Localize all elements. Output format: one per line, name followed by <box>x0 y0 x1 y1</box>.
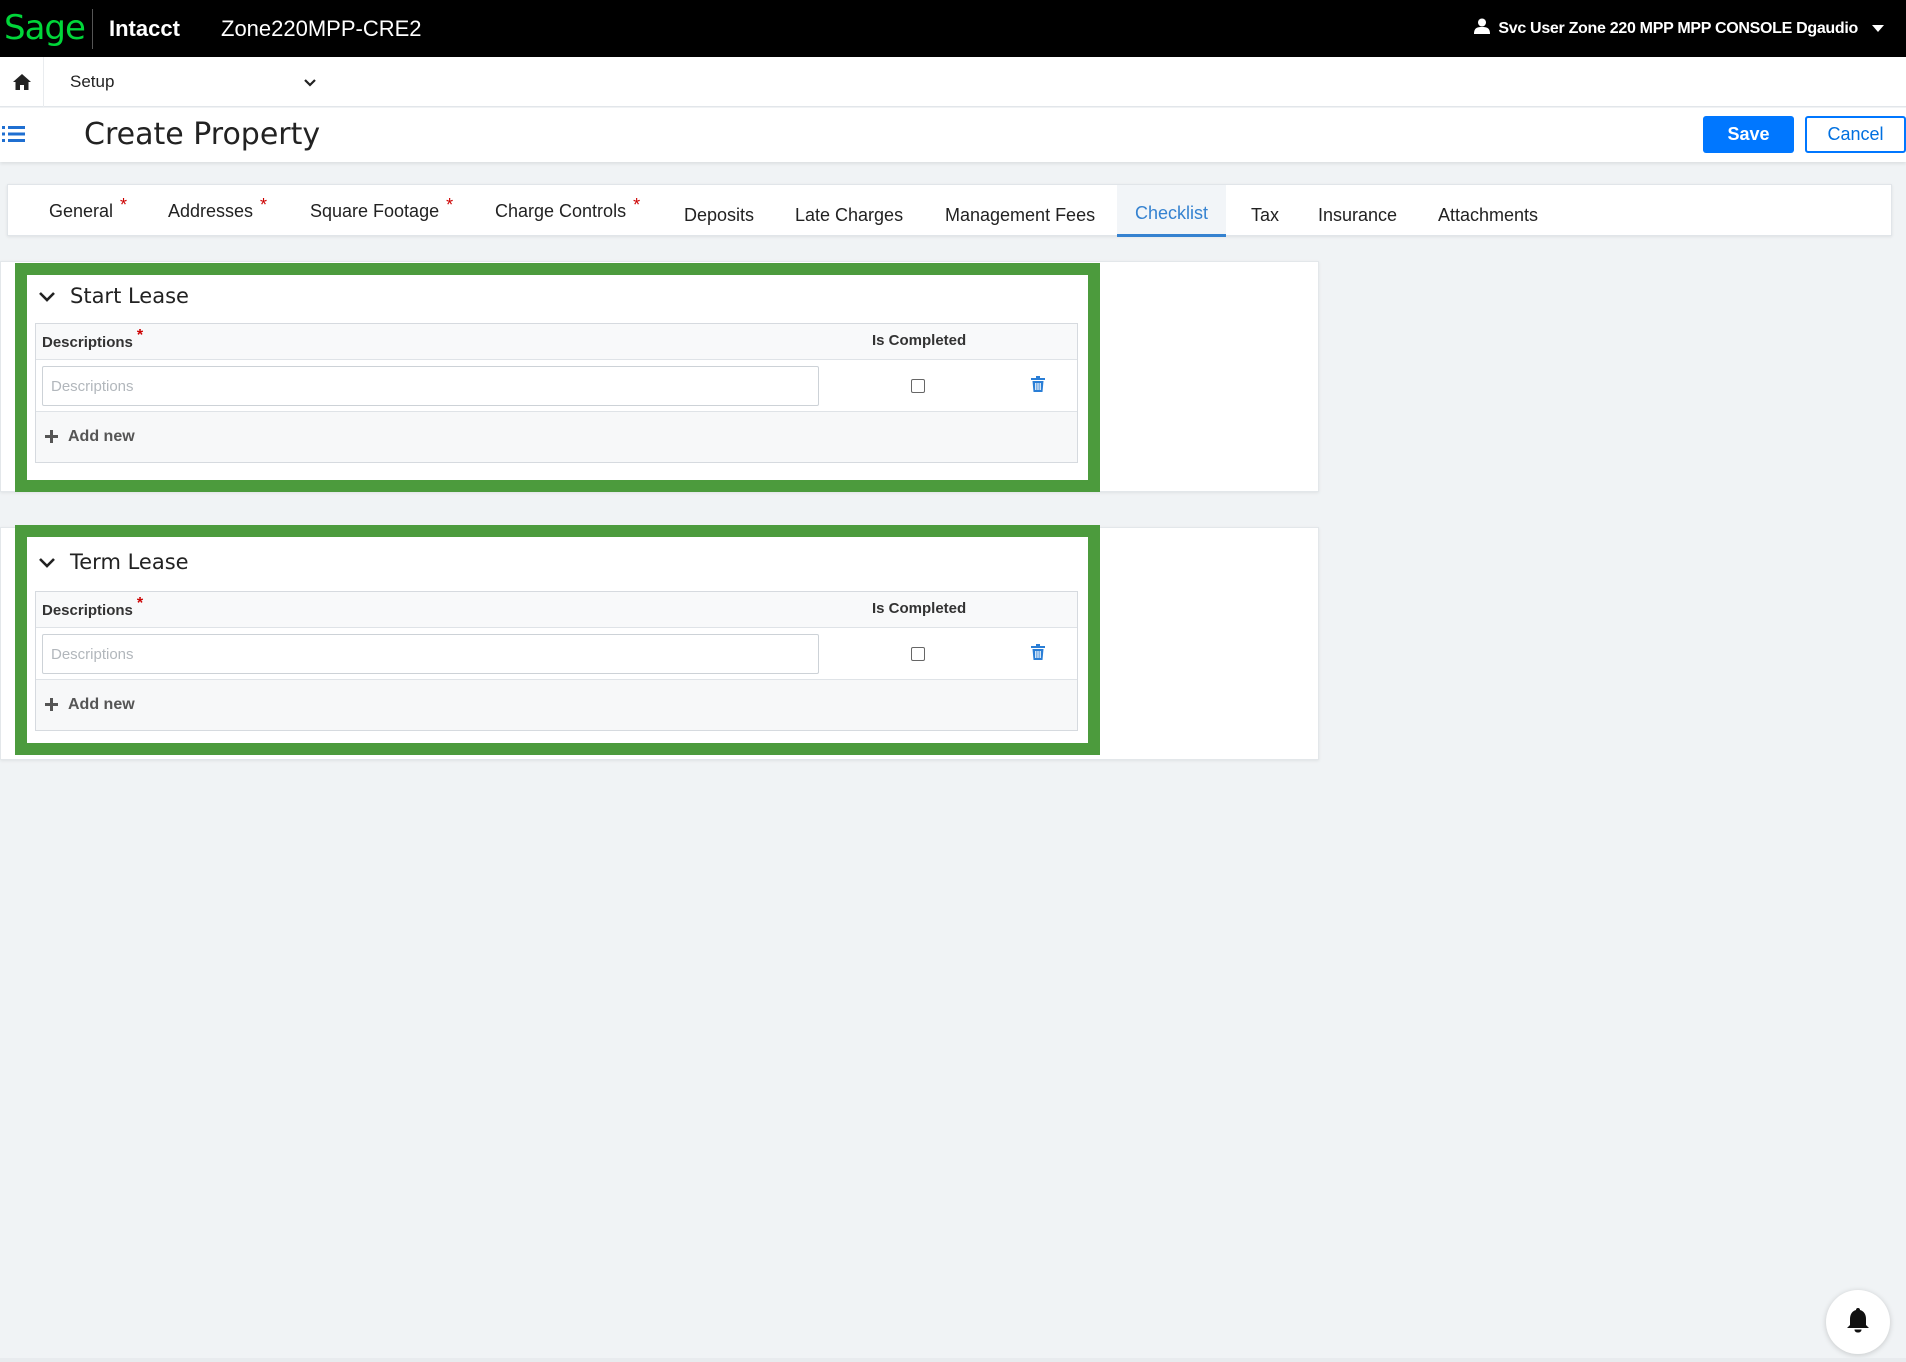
required-marker: * <box>633 194 641 215</box>
chevron-down-icon <box>38 284 56 308</box>
tab-attachments[interactable]: Attachments <box>1438 185 1538 237</box>
bell-icon <box>1846 1307 1870 1338</box>
column-header-descriptions: Descriptions * <box>42 327 143 352</box>
grid-header: Descriptions * Is Completed <box>36 324 1077 360</box>
save-button[interactable]: Save <box>1703 116 1794 153</box>
top-bar: Sage Intacct Zone220MPP-CRE2 Svc User Zo… <box>0 0 1906 57</box>
column-label: Descriptions <box>42 334 133 351</box>
plus-icon <box>45 427 58 448</box>
tab-label: Square Footage <box>310 200 440 221</box>
section-title: Start Lease <box>70 284 189 308</box>
tab-label: Deposits <box>684 204 755 225</box>
tab-general[interactable]: General * <box>49 185 127 237</box>
tab-checklist[interactable]: Checklist <box>1117 185 1227 237</box>
cancel-button[interactable]: Cancel <box>1805 116 1906 153</box>
add-new-label: Add new <box>68 428 135 445</box>
section-title: Term Lease <box>70 550 189 574</box>
column-label: Descriptions <box>42 602 133 619</box>
trash-icon[interactable] <box>1031 376 1045 397</box>
product-name: Intacct <box>109 15 180 41</box>
description-input[interactable] <box>42 634 819 674</box>
section-header-term-lease[interactable]: Term Lease <box>38 550 189 574</box>
tab-label: Addresses <box>168 200 254 221</box>
caret-down-icon <box>1872 20 1884 38</box>
notification-button[interactable] <box>1826 1290 1890 1354</box>
trash-icon[interactable] <box>1031 644 1045 665</box>
logo-divider <box>92 8 93 49</box>
module-label: Setup <box>70 71 115 91</box>
user-name: Svc User Zone 220 MPP MPP CONSOLE Dgaudi… <box>1498 19 1858 37</box>
description-input[interactable] <box>42 366 819 406</box>
tab-insurance[interactable]: Insurance <box>1318 185 1397 237</box>
tab-management-fees[interactable]: Management Fees <box>945 185 1095 237</box>
chevron-down-icon <box>304 72 316 92</box>
tab-label: Tax <box>1251 204 1280 225</box>
required-marker: * <box>446 194 454 215</box>
user-menu[interactable]: Svc User Zone 220 MPP MPP CONSOLE Dgaudi… <box>1474 0 1884 57</box>
column-header-descriptions: Descriptions * <box>42 595 143 620</box>
menu-bar: Setup <box>0 56 1906 107</box>
tab-late-charges[interactable]: Late Charges <box>795 185 903 237</box>
tab-deposits[interactable]: Deposits <box>684 185 754 237</box>
module-dropdown[interactable]: Setup <box>70 72 316 92</box>
chevron-down-icon <box>38 550 56 574</box>
list-icon[interactable] <box>2 124 26 149</box>
plus-icon <box>45 695 58 716</box>
home-icon[interactable] <box>0 56 44 107</box>
tab-addresses[interactable]: Addresses * <box>168 185 267 237</box>
required-marker: * <box>136 595 144 612</box>
tab-bar: General * Addresses * Square Footage * Char… <box>7 184 1892 237</box>
tab-label: Late Charges <box>795 204 904 225</box>
user-icon <box>1474 18 1491 39</box>
bottom-edge <box>0 1358 1906 1362</box>
tab-label: General <box>49 200 114 221</box>
is-completed-checkbox[interactable] <box>911 647 925 661</box>
tab-label: Management Fees <box>945 204 1096 225</box>
section-header-start-lease[interactable]: Start Lease <box>38 284 189 308</box>
table-row <box>36 360 1077 412</box>
tab-label: Charge Controls <box>495 200 627 221</box>
is-completed-checkbox[interactable] <box>911 379 925 393</box>
tab-label: Attachments <box>1438 204 1539 225</box>
add-new-button[interactable]: Add new <box>36 680 1077 730</box>
required-marker: * <box>136 327 144 344</box>
add-new-button[interactable]: Add new <box>36 412 1077 462</box>
tab-square-footage[interactable]: Square Footage * <box>310 185 453 237</box>
tab-tax[interactable]: Tax <box>1251 185 1279 237</box>
table-row <box>36 628 1077 680</box>
add-new-label: Add new <box>68 696 135 713</box>
required-marker: * <box>260 194 268 215</box>
page-title: Create Property <box>84 117 321 152</box>
company-name[interactable]: Zone220MPP-CRE2 <box>221 16 422 42</box>
tab-label: Checklist <box>1135 203 1209 223</box>
column-header-is-completed: Is Completed <box>872 332 967 349</box>
column-header-is-completed: Is Completed <box>872 600 967 617</box>
required-marker: * <box>120 194 128 215</box>
tab-charge-controls[interactable]: Charge Controls * <box>495 185 640 237</box>
sage-logo[interactable]: Sage <box>4 0 92 57</box>
tab-label: Insurance <box>1318 204 1398 225</box>
checklist-grid-term-lease: Descriptions* Is Completed Add new <box>35 591 1078 731</box>
grid-header: Descriptions * Is Completed <box>36 592 1077 628</box>
checklist-grid-start-lease: Descriptions* Is Completed Add new <box>35 323 1078 463</box>
page-header: Create Property Save Cancel <box>0 108 1906 162</box>
